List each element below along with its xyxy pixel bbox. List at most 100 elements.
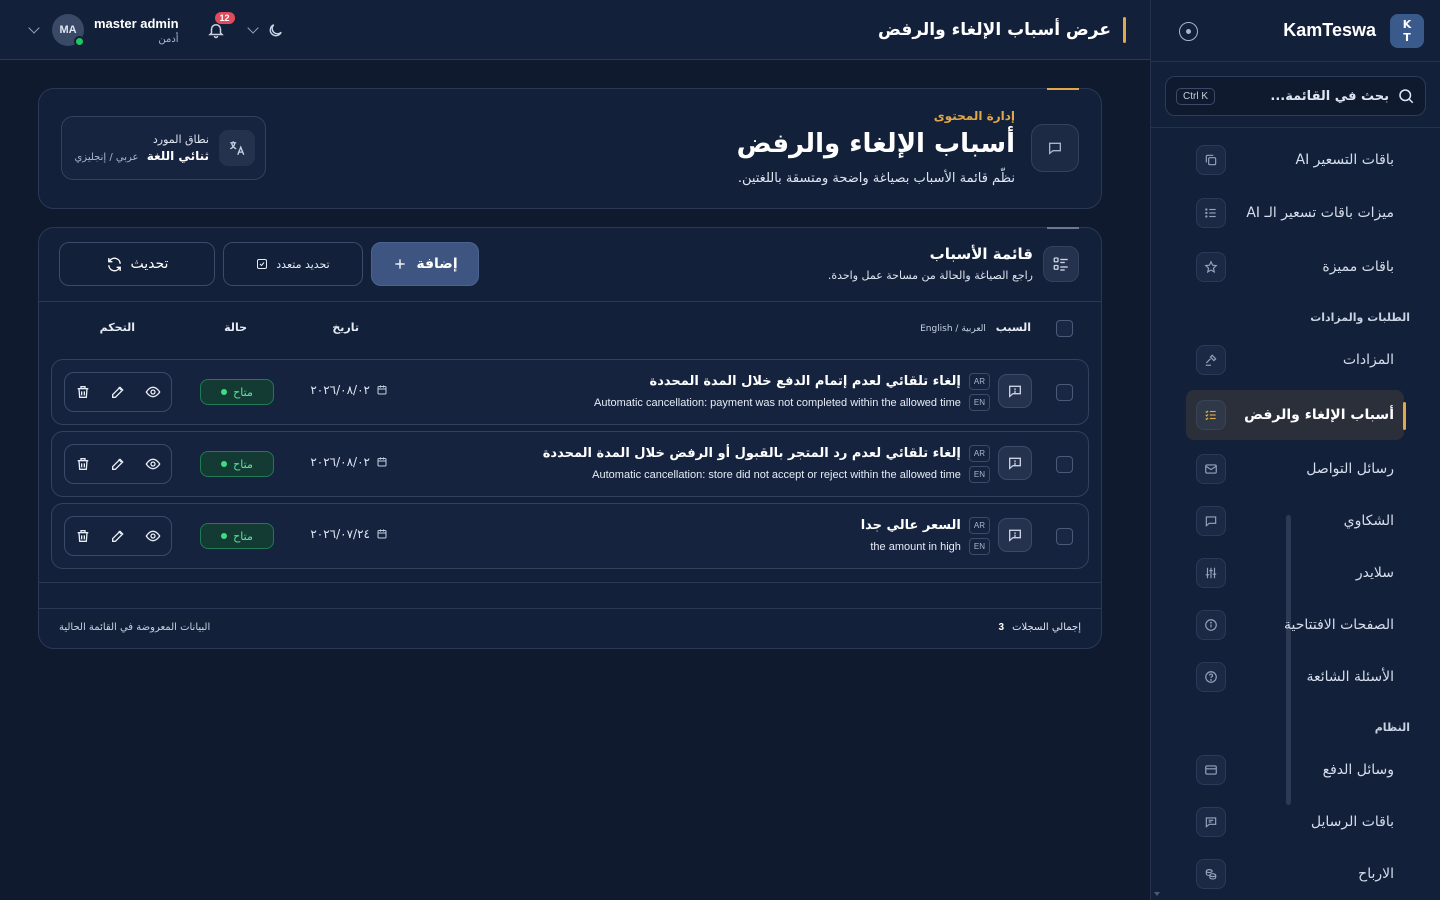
view-eye-icon[interactable] — [145, 528, 161, 544]
notifications-button[interactable]: 12 — [207, 12, 235, 39]
sidebar-item-profits[interactable]: الارباح — [1186, 849, 1404, 899]
sidebar-toggle-icon[interactable] — [1179, 22, 1198, 41]
sidebar-item-complaints[interactable]: الشكاوي — [1186, 496, 1404, 546]
status-badge: متاح — [200, 451, 274, 477]
refresh-button[interactable]: تحديث — [59, 242, 215, 286]
search-shortcut: Ctrl K — [1176, 87, 1215, 105]
heading-accent-bar — [1123, 17, 1126, 43]
delete-icon[interactable] — [75, 456, 91, 472]
sliders-icon — [1196, 558, 1226, 588]
row-checkbox[interactable] — [1056, 384, 1073, 401]
delete-icon[interactable] — [75, 528, 91, 544]
sidebar-item-label: باقات الرسايل — [1310, 813, 1394, 830]
row-reason-ar: إلغاء تلقائي لعدم رد المتجر بالقبول أو ا… — [542, 446, 961, 461]
plus-icon — [392, 256, 408, 272]
row-arabic-line: AR إلغاء تلقائي لعدم إتمام الدفع خلال ال… — [650, 373, 990, 390]
copy-icon — [1196, 145, 1226, 175]
sidebar-item-label: وسائل الدفع — [1322, 761, 1394, 778]
sidebar-item-slider[interactable]: سلايدر — [1186, 548, 1404, 598]
ar-tag: AR — [968, 373, 990, 390]
add-button[interactable]: إضافة — [371, 242, 479, 286]
brand: K T KamTeswa — [1151, 0, 1440, 62]
table-row[interactable]: AR السعر عالي جدا the amount in high EN … — [51, 503, 1089, 569]
sidebar-search-input[interactable]: بحث في القائمة... Ctrl K — [1165, 76, 1426, 116]
en-tag: EN — [968, 466, 990, 483]
row-reason-ar: إلغاء تلقائي لعدم إتمام الدفع خلال المدة… — [649, 374, 961, 389]
status-badge: متاح — [200, 379, 274, 405]
sidebar-item-ai-pricing-features[interactable]: ميزات باقات تسعير الـ AI — [1186, 188, 1404, 238]
calendar-icon — [376, 456, 388, 468]
language-scope-text: نطاق المورد ثنائي اللغة عربي / إنجليزي — [74, 133, 209, 163]
theme-chevron-down-icon — [246, 22, 259, 34]
column-control: التحكم — [99, 321, 135, 334]
star-icon — [1196, 252, 1226, 282]
sidebar-item-message-packages[interactable]: باقات الرسايل — [1186, 797, 1404, 847]
column-status: حالة — [224, 321, 247, 334]
calendar-icon — [376, 528, 388, 540]
sidebar-item-ai-pricing[interactable]: باقات التسعير AI — [1186, 135, 1404, 185]
row-english-line: the amount in high EN — [870, 538, 990, 555]
list-divider — [39, 582, 1101, 583]
user-info[interactable]: master admin أدمن — [94, 16, 179, 45]
status-label: متاح — [233, 385, 253, 399]
view-eye-icon[interactable] — [145, 384, 161, 400]
page-heading: عرض أسباب الإلغاء والرفض — [878, 17, 1126, 43]
delete-icon[interactable] — [75, 384, 91, 400]
brand-logo-line2: T — [1403, 30, 1411, 44]
user-role: أدمن — [158, 33, 179, 45]
sidebar-item-faq[interactable]: الأسئلة الشائعة — [1186, 652, 1404, 702]
brand-logo[interactable]: K T — [1390, 13, 1424, 48]
row-checkbox[interactable] — [1056, 528, 1073, 545]
edit-icon[interactable] — [110, 456, 126, 472]
table-row[interactable]: AR إلغاء تلقائي لعدم إتمام الدفع خلال ال… — [51, 359, 1089, 425]
chat-alert-icon — [998, 374, 1032, 408]
list-header: قائمة الأسباب راجع الصياغة والحالة من مس… — [39, 228, 1101, 302]
sidebar-item-auctions[interactable]: المزادات — [1186, 335, 1404, 385]
column-reason: السبب العربية / English — [920, 321, 1031, 334]
page-title: عرض أسباب الإلغاء والرفض — [878, 20, 1111, 40]
row-date-value: ٢٠٢٦/٠٨/٠٢ — [310, 455, 370, 469]
list-check-icon — [1196, 400, 1226, 430]
hero-subtitle: نظّم قائمة الأسباب بصياغة واضحة ومتسقة ب… — [737, 171, 1015, 186]
theme-switcher[interactable] — [246, 22, 284, 39]
check-square-icon — [256, 258, 268, 270]
row-checkbox[interactable] — [1056, 456, 1073, 473]
avatar-initials: MA — [59, 24, 77, 36]
view-eye-icon[interactable] — [145, 456, 161, 472]
sidebar-scroll-down-icon[interactable] — [1154, 892, 1160, 896]
edit-icon[interactable] — [110, 384, 126, 400]
sidebar-item-label: ميزات باقات تسعير الـ AI — [1246, 204, 1394, 221]
table-header: السبب العربية / English تاريخ حالة التحك… — [39, 302, 1101, 358]
sidebar-item-intro-pages[interactable]: الصفحات الافتتاحية — [1186, 600, 1404, 650]
edit-icon[interactable] — [110, 528, 126, 544]
status-dot — [221, 389, 228, 395]
en-tag: EN — [968, 538, 990, 555]
row-english-line: Automatic cancellation: store did not ac… — [592, 466, 990, 483]
table-row[interactable]: AR إلغاء تلقائي لعدم رد المتجر بالقبول أ… — [51, 431, 1089, 497]
column-date: تاريخ — [332, 321, 359, 334]
sidebar-item-label: رسائل التواصل — [1306, 460, 1394, 477]
sidebar-item-payment-methods[interactable]: وسائل الدفع — [1186, 745, 1404, 795]
list-icon — [1196, 198, 1226, 228]
sidebar-item-contact-messages[interactable]: رسائل التواصل — [1186, 444, 1404, 494]
sidebar-item-label: الأسئلة الشائعة — [1306, 668, 1395, 685]
user-menu-chevron-down-icon[interactable] — [28, 22, 40, 34]
online-status-dot — [74, 36, 85, 47]
multi-select-button[interactable]: تحديد متعدد — [223, 242, 363, 286]
sidebar-item-cancellation-reasons[interactable]: أسباب الإلغاء والرفض — [1186, 390, 1406, 440]
info-icon — [1196, 610, 1226, 640]
en-tag: EN — [968, 394, 990, 411]
translate-icon — [219, 130, 255, 166]
status-dot — [221, 461, 228, 467]
row-reason-en: Automatic cancellation: store did not ac… — [592, 468, 961, 481]
sidebar-item-featured-packages[interactable]: باقات مميزة — [1186, 242, 1404, 292]
avatar[interactable]: MA — [52, 14, 85, 47]
select-all-checkbox[interactable] — [1056, 320, 1073, 337]
sidebar-item-label: الصفحات الافتتاحية — [1284, 616, 1394, 633]
sidebar-nav: باقات التسعير AI ميزات باقات تسعير الـ A… — [1150, 0, 1440, 900]
status-badge: متاح — [200, 523, 274, 549]
calendar-icon — [376, 384, 388, 396]
language-scope-main: ثنائي اللغة — [146, 149, 209, 163]
row-actions — [64, 372, 172, 412]
refresh-label: تحديث — [130, 256, 169, 272]
